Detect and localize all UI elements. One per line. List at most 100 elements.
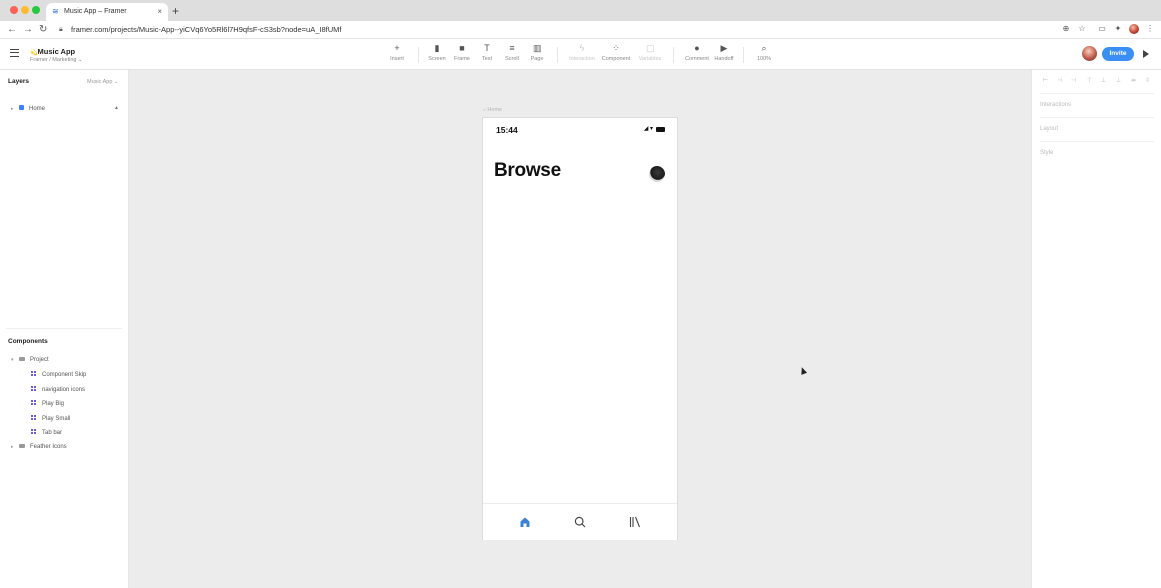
section-interactions[interactable]: Interactions <box>1040 102 1071 108</box>
components-heading: Components <box>8 338 48 345</box>
frame-icon: ■ <box>459 43 465 53</box>
component-grid-icon <box>31 429 36 434</box>
layers-heading: Layers <box>8 78 29 85</box>
toolbar-divider <box>557 47 558 63</box>
folder-feather-icons[interactable]: ▸ Feather Icons <box>11 444 67 450</box>
frame-label[interactable]: ⌂ Home <box>483 107 502 113</box>
magnifier-icon: ⌕ <box>761 43 767 53</box>
folder-icon <box>19 357 25 361</box>
minimize-window-button[interactable] <box>21 6 29 14</box>
tool-zoom[interactable]: ⌕ 100% <box>749 43 779 63</box>
browser-tab[interactable]: ≋ Music App – Framer × <box>46 3 168 21</box>
tool-comment[interactable]: ● Comment <box>682 43 712 63</box>
toolbar-divider <box>743 47 744 63</box>
plus-icon: + <box>394 43 400 53</box>
scroll-icon: ≡ <box>509 43 515 53</box>
panel-divider <box>1040 117 1154 118</box>
framer-toolbar: 💫Music App Framer / Marketing ⌄ + Insert… <box>0 39 1161 70</box>
component-grid-icon <box>31 386 36 391</box>
extensions-puzzle-icon[interactable]: ✦ <box>1113 24 1123 34</box>
panel-divider <box>1040 93 1154 94</box>
tool-variables[interactable]: ▢ Variables <box>635 43 665 63</box>
url-field[interactable]: 🔒︎ framer.com/projects/Music-App--yiCVq6… <box>56 23 1056 37</box>
component-item[interactable]: Tab bar <box>31 429 62 436</box>
status-time: 15:44 <box>496 125 518 135</box>
section-style[interactable]: Style <box>1040 150 1053 156</box>
align-middle-icon[interactable]: ⊥ <box>1100 78 1107 85</box>
cast-icon[interactable]: ▭ <box>1097 24 1107 34</box>
tab-bar <box>483 503 677 540</box>
distribute-horizontal-icon[interactable]: ⇹ <box>1130 78 1137 85</box>
toolbar-divider <box>418 47 419 63</box>
new-tab-button[interactable]: + <box>172 3 179 19</box>
align-top-icon[interactable]: ⊤ <box>1086 78 1093 85</box>
component-grid-icon <box>31 415 36 420</box>
layer-item-home[interactable]: ▸ Home ▲ <box>11 105 119 112</box>
section-layout[interactable]: Layout <box>1040 126 1058 132</box>
distribute-vertical-icon[interactable]: ⇳ <box>1144 78 1151 85</box>
component-item[interactable]: Play Big <box>31 400 64 407</box>
folder-icon <box>19 444 25 448</box>
align-bottom-icon[interactable]: ⊥ <box>1115 78 1122 85</box>
url-text: framer.com/projects/Music-App--yiCVq6Yo5… <box>71 25 342 34</box>
tab-title: Music App – Framer <box>64 8 127 15</box>
zoom-icon[interactable]: ⊕ <box>1061 24 1071 34</box>
page-icon: ▥ <box>533 43 542 53</box>
lock-icon: 🔒︎ <box>59 26 63 33</box>
component-item[interactable]: Component Skip <box>31 371 86 378</box>
address-bar-row: ← → ↻ 🔒︎ framer.com/projects/Music-App--… <box>0 21 1161 39</box>
framer-favicon-icon: ≋ <box>52 7 59 16</box>
tool-interaction[interactable]: ϟ Interaction <box>567 43 597 63</box>
component-item[interactable]: Play Small <box>31 415 70 422</box>
user-avatar[interactable] <box>1082 46 1097 61</box>
search-icon[interactable] <box>574 516 586 528</box>
screen-icon: ▮ <box>434 43 440 53</box>
project-title[interactable]: 💫Music App <box>30 47 75 56</box>
text-icon: T <box>484 43 490 53</box>
tool-component[interactable]: ⁘ Component <box>601 43 631 63</box>
bookmark-star-icon[interactable]: ☆ <box>1077 24 1087 34</box>
right-panel: ⊢ ⊣ ⊣ ⊤ ⊥ ⊥ ⇹ ⇳ Interactions Layout Styl… <box>1031 70 1161 588</box>
tool-page[interactable]: ▥ Page <box>522 43 552 63</box>
project-breadcrumb[interactable]: Framer / Marketing ⌄ <box>30 57 83 63</box>
caret-down-icon[interactable]: ▾ <box>11 357 19 363</box>
tool-insert[interactable]: + Insert <box>382 43 412 63</box>
battery-icon <box>656 127 665 132</box>
profile-avatar[interactable] <box>649 166 665 182</box>
hamburger-menu-icon[interactable] <box>10 49 19 57</box>
home-frame[interactable]: 15:44 ◢ ▾ Browse <box>482 117 678 540</box>
profile-avatar-icon[interactable] <box>1129 24 1139 34</box>
page-select[interactable]: Music App ⌄ <box>87 79 119 85</box>
component-icon: ⁘ <box>612 43 620 53</box>
align-center-icon[interactable]: ⊣ <box>1056 78 1063 85</box>
invite-button[interactable]: Invite <box>1102 47 1134 61</box>
home-icon[interactable] <box>519 516 531 528</box>
browse-title: Browse <box>494 160 561 181</box>
comment-icon: ● <box>694 43 700 53</box>
more-menu-icon[interactable]: ⋮ <box>1145 24 1155 34</box>
folder-project[interactable]: ▾ Project <box>11 357 49 363</box>
frame-layer-icon <box>19 105 24 110</box>
handoff-icon: ▶ <box>720 43 728 53</box>
caret-right-icon[interactable]: ▸ <box>11 444 19 450</box>
caret-right-icon[interactable]: ▸ <box>11 106 19 112</box>
tool-handoff[interactable]: ▶ Handoff <box>709 43 739 63</box>
variables-icon: ▢ <box>646 43 655 53</box>
preview-play-icon[interactable] <box>1143 50 1149 58</box>
close-window-button[interactable] <box>10 6 18 14</box>
align-left-icon[interactable]: ⊢ <box>1042 78 1049 85</box>
left-panel: Layers Music App ⌄ ▸ Home ▲ Components ▾ P… <box>0 70 129 588</box>
home-marker-icon: ▲ <box>114 105 119 111</box>
maximize-window-button[interactable] <box>32 6 40 14</box>
panel-divider <box>6 328 122 329</box>
forward-icon[interactable]: → <box>23 23 33 37</box>
browser-tabbar: ≋ Music App – Framer × + <box>0 0 1161 21</box>
signal-wifi-icon: ◢ ▾ <box>643 126 653 132</box>
tab-close-icon[interactable]: × <box>157 3 162 21</box>
lightning-icon: ϟ <box>579 43 585 53</box>
component-item[interactable]: navigation icons <box>31 386 85 393</box>
reload-icon[interactable]: ↻ <box>39 23 47 37</box>
back-icon[interactable]: ← <box>7 23 17 37</box>
library-icon[interactable] <box>629 516 641 528</box>
align-right-icon[interactable]: ⊣ <box>1070 78 1077 85</box>
